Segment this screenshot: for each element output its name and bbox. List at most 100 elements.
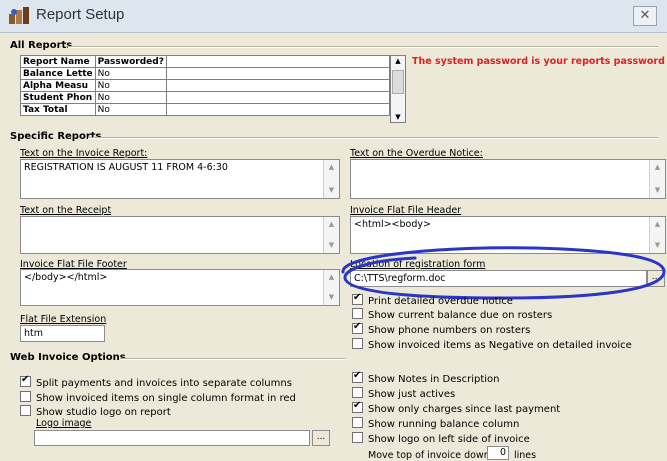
checkbox-label: Show logo on left side of invoice: [368, 434, 530, 445]
logo-image-label: Logo image: [36, 418, 92, 429]
flat-file-extension-label: Flat File Extension: [20, 314, 107, 325]
report-name-cell[interactable]: Balance Lette: [20, 67, 96, 80]
report-name-cell[interactable]: Tax Total: [20, 103, 96, 116]
show-running-balance-checkbox[interactable]: Show running balance column: [352, 417, 519, 430]
checkbox-label: Show invoiced items on single column for…: [36, 393, 296, 404]
logo-image-browse-button[interactable]: ...: [312, 430, 330, 446]
checkbox-box[interactable]: [20, 391, 31, 402]
move-top-unit: lines: [514, 450, 537, 461]
single-column-red-checkbox[interactable]: Show invoiced items on single column for…: [20, 391, 296, 404]
table-row[interactable]: Student Phon No: [20, 91, 391, 104]
scroll-up-arrow-icon[interactable]: ▲: [324, 270, 339, 285]
reports-table[interactable]: Report Name Passworded? Balance Lette No…: [20, 55, 391, 116]
column-header: [165, 55, 391, 68]
receipt-textarea[interactable]: ▲ ▼: [20, 216, 340, 254]
blank-cell[interactable]: [165, 79, 391, 92]
checkbox-box[interactable]: [352, 292, 363, 305]
registration-form-label: Location of registration form: [350, 259, 486, 270]
textarea-scrollbar[interactable]: ▲ ▼: [649, 160, 665, 198]
scroll-up-arrow-icon[interactable]: ▲: [324, 217, 339, 232]
show-logo-left-checkbox[interactable]: Show logo on left side of invoice: [352, 432, 530, 445]
scroll-up-arrow-icon[interactable]: ▲: [650, 217, 665, 232]
checkbox-label: Show current balance due on rosters: [368, 310, 553, 321]
scroll-down-arrow-icon[interactable]: ▼: [650, 238, 665, 253]
passworded-cell[interactable]: No: [94, 79, 167, 92]
table-row[interactable]: Alpha Measu No: [20, 79, 391, 92]
scroll-down-arrow-icon[interactable]: ▼: [324, 183, 339, 198]
table-header-row: Report Name Passworded?: [20, 55, 391, 68]
move-top-label: Move top of invoice down: [368, 450, 490, 461]
checkbox-box[interactable]: [20, 405, 31, 416]
checkbox-box[interactable]: [352, 387, 363, 398]
checkbox-box[interactable]: [352, 432, 363, 443]
checkbox-box[interactable]: [352, 400, 363, 413]
checkbox-box[interactable]: [352, 370, 363, 383]
web-invoice-group-label: Web Invoice Options: [10, 352, 126, 363]
textarea-scrollbar[interactable]: ▲ ▼: [649, 217, 665, 253]
checkbox-box[interactable]: [20, 374, 31, 387]
report-name-cell[interactable]: Alpha Measu: [20, 79, 96, 92]
flat-header-text: <html><body>: [354, 219, 431, 230]
checkbox-box[interactable]: [352, 321, 363, 334]
textarea-scrollbar[interactable]: ▲ ▼: [323, 270, 339, 305]
show-balance-rosters-checkbox[interactable]: Show current balance due on rosters: [352, 308, 552, 321]
invoice-report-text: REGISTRATION IS AUGUST 11 FROM 4-6:30: [24, 162, 228, 173]
move-top-lines-input[interactable]: 0: [487, 446, 509, 460]
column-header: Passworded?: [94, 55, 167, 68]
logo-image-input[interactable]: [34, 430, 310, 446]
passworded-cell[interactable]: No: [94, 91, 167, 104]
scroll-up-arrow-icon[interactable]: ▲: [324, 160, 339, 175]
scroll-down-arrow-icon[interactable]: ▼: [324, 290, 339, 305]
print-detailed-overdue-checkbox[interactable]: Print detailed overdue notice: [352, 292, 513, 307]
checkbox-label: Show invoiced items as Negative on detai…: [368, 340, 632, 351]
checkbox-label: Show Notes in Description: [368, 374, 500, 385]
scroll-up-arrow-icon[interactable]: ▲: [391, 57, 405, 65]
table-row[interactable]: Tax Total No: [20, 103, 391, 116]
textarea-scrollbar[interactable]: ▲ ▼: [323, 160, 339, 198]
scroll-up-arrow-icon[interactable]: ▲: [650, 160, 665, 175]
scroll-down-arrow-icon[interactable]: ▼: [650, 183, 665, 198]
invoice-report-textarea[interactable]: REGISTRATION IS AUGUST 11 FROM 4-6:30 ▲ …: [20, 159, 340, 199]
scroll-thumb[interactable]: [392, 70, 404, 94]
report-name-cell[interactable]: Student Phon: [20, 91, 96, 104]
close-button[interactable]: ✕: [633, 6, 657, 26]
scroll-down-arrow-icon[interactable]: ▼: [391, 113, 405, 121]
show-studio-logo-checkbox[interactable]: Show studio logo on report: [20, 405, 171, 418]
show-just-actives-checkbox[interactable]: Show just actives: [352, 387, 455, 400]
checkbox-label: Show just actives: [368, 389, 456, 400]
reports-table-scrollbar[interactable]: ▲ ▼: [390, 55, 406, 123]
registration-form-browse-button[interactable]: ...: [647, 270, 665, 287]
flat-file-extension-input[interactable]: htm: [20, 325, 105, 342]
blank-cell[interactable]: [165, 103, 391, 116]
split-payments-checkbox[interactable]: Split payments and invoices into separat…: [20, 374, 292, 389]
checkbox-box[interactable]: [352, 417, 363, 428]
checkbox-label: Show only charges since last payment: [368, 404, 561, 415]
table-row[interactable]: Balance Lette No: [20, 67, 391, 80]
checkbox-box[interactable]: [352, 308, 363, 319]
window-title: Report Setup: [36, 6, 125, 23]
checkbox-label: Split payments and invoices into separat…: [36, 378, 292, 389]
flat-footer-textarea[interactable]: </body></html> ▲ ▼: [20, 269, 340, 306]
divider: [88, 137, 658, 139]
title-bar: Report Setup ✕: [0, 0, 667, 33]
checkbox-box[interactable]: [352, 338, 363, 349]
show-charges-since-payment-checkbox[interactable]: Show only charges since last payment: [352, 400, 561, 415]
column-header: Report Name: [20, 55, 96, 68]
passworded-cell[interactable]: No: [94, 103, 167, 116]
passworded-cell[interactable]: No: [94, 67, 167, 80]
overdue-notice-textarea[interactable]: ▲ ▼: [350, 159, 666, 199]
show-phone-rosters-checkbox[interactable]: Show phone numbers on rosters: [352, 321, 530, 336]
blank-cell[interactable]: [165, 91, 391, 104]
show-items-negative-checkbox[interactable]: Show invoiced items as Negative on detai…: [352, 338, 632, 351]
divider: [68, 46, 658, 48]
system-password-note: The system password is your reports pass…: [412, 56, 667, 67]
checkbox-label: Show studio logo on report: [36, 407, 171, 418]
scroll-down-arrow-icon[interactable]: ▼: [324, 238, 339, 253]
flat-header-label: Invoice Flat File Header: [350, 205, 462, 216]
show-notes-description-checkbox[interactable]: Show Notes in Description: [352, 370, 500, 385]
blank-cell[interactable]: [165, 67, 391, 80]
registration-form-path-input[interactable]: C:\TTS\regform.doc: [350, 270, 647, 287]
invoice-report-label: Text on the Invoice Report:: [20, 148, 148, 159]
textarea-scrollbar[interactable]: ▲ ▼: [323, 217, 339, 253]
flat-header-textarea[interactable]: <html><body> ▲ ▼: [350, 216, 666, 254]
